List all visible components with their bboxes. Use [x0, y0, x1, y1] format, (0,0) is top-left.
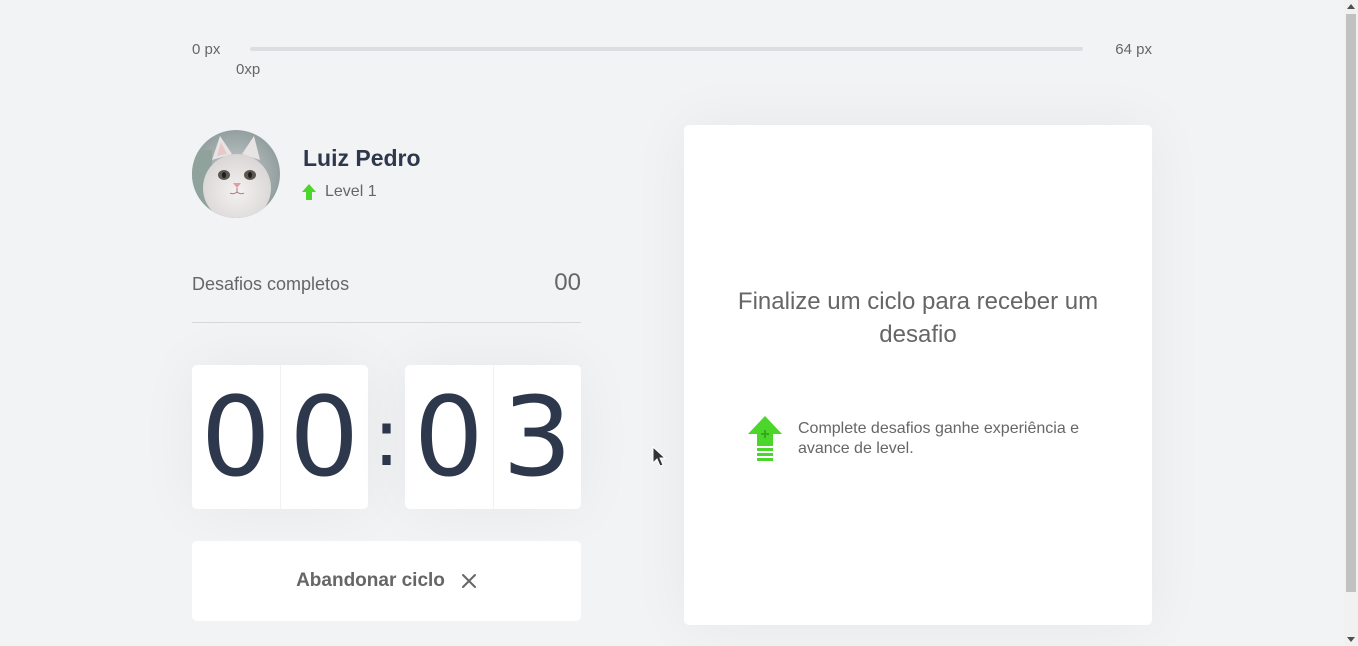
experience-track [250, 47, 1083, 51]
vertical-scrollbar[interactable] [1344, 0, 1358, 646]
completed-challenges-label: Desafios completos [192, 274, 350, 294]
challenge-hint-text: Complete desafios ganhe experiência e av… [798, 420, 1080, 457]
seconds-box: 0 3 [405, 365, 581, 509]
abandon-cycle-button[interactable]: Abandonar ciclo [192, 541, 581, 621]
second-digit-left: 0 [413, 373, 484, 501]
experience-bar: 0 px 0xp 64 px [192, 36, 1152, 78]
experience-max-label: 64 px [1115, 41, 1152, 58]
avatar [192, 130, 280, 218]
profile-name: Luiz Pedro [303, 145, 421, 171]
mouse-pointer-icon [652, 445, 667, 473]
second-digit-right: 3 [492, 365, 582, 509]
scroll-up-icon[interactable] [1347, 4, 1355, 9]
abandon-cycle-label: Abandonar ciclo [296, 570, 445, 591]
close-icon [461, 573, 477, 589]
current-experience-label: 0xp [236, 61, 261, 78]
minute-digit-right: 0 [279, 365, 369, 509]
countdown: 0 0 : 0 3 [192, 365, 581, 509]
challenge-hint: Complete desafios ganhe experiência e av… [748, 416, 1098, 462]
completed-challenges-count: 00 [554, 269, 581, 296]
challenge-box-title: Finalize um ciclo para receber um desafi… [737, 288, 1099, 348]
countdown-separator: : [373, 390, 400, 484]
cat-photo-avatar-icon [192, 130, 280, 218]
scroll-down-icon[interactable] [1347, 637, 1355, 642]
experience-min-label: 0 px [192, 41, 221, 58]
minutes-box: 0 0 [192, 365, 368, 509]
minute-digit-left: 0 [200, 373, 271, 501]
challenge-box: Finalize um ciclo para receber um desafi… [684, 125, 1152, 625]
level-row: Level 1 [302, 183, 377, 201]
profile: Luiz Pedro Level 1 [192, 130, 592, 218]
level-label: Level 1 [325, 183, 377, 200]
scrollbar-thumb[interactable] [1346, 14, 1356, 592]
completed-challenges: Desafios completos 00 [192, 266, 581, 323]
level-up-arrow-icon [302, 184, 316, 200]
level-up-icon [748, 416, 782, 462]
